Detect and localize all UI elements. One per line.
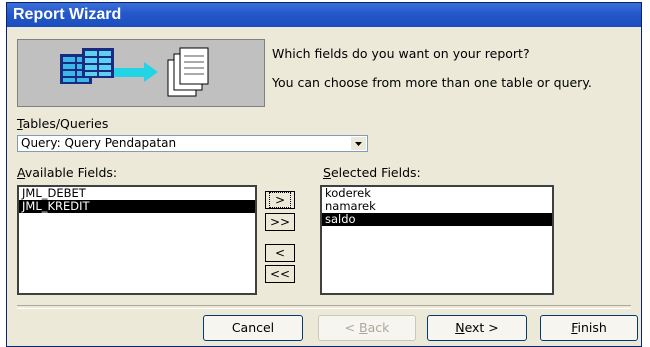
intro-question: Which fields do you want on your report? bbox=[272, 46, 530, 61]
list-item-saldo[interactable]: saldo bbox=[322, 213, 552, 226]
tables-queries-value: Query: Query Pendapatan bbox=[21, 136, 177, 150]
title-bar[interactable]: Report Wizard bbox=[7, 3, 641, 27]
finish-button[interactable]: Finish bbox=[540, 315, 638, 341]
button-divider bbox=[17, 305, 631, 309]
list-item-namarek[interactable]: namarek bbox=[322, 200, 552, 213]
back-button[interactable]: < Back bbox=[318, 315, 416, 341]
table-to-report-icon bbox=[20, 42, 262, 104]
report-wizard-window: Report Wizard Which fields do you want o… bbox=[6, 2, 642, 347]
add-all-fields-button[interactable]: >> bbox=[265, 213, 295, 231]
remove-all-fields-button[interactable]: << bbox=[265, 265, 295, 283]
remove-one-field-button[interactable]: < bbox=[265, 244, 295, 262]
window-title: Report Wizard bbox=[13, 6, 122, 23]
list-item-jml-kredit[interactable]: JML_KREDIT bbox=[19, 200, 255, 213]
tables-queries-combo[interactable]: Query: Query Pendapatan bbox=[17, 135, 368, 152]
intro-hint: You can choose from more than one table … bbox=[272, 75, 592, 90]
cancel-button[interactable]: Cancel bbox=[203, 315, 303, 341]
dropdown-arrow-icon[interactable] bbox=[350, 137, 366, 150]
next-button[interactable]: Next > bbox=[427, 315, 527, 341]
available-fields-list[interactable]: JML_DEBET JML_KREDIT bbox=[17, 185, 257, 295]
wizard-illustration bbox=[17, 39, 265, 107]
selected-fields-list[interactable]: koderek namarek saldo bbox=[320, 185, 554, 295]
tables-queries-label: Tables/Queries bbox=[17, 116, 109, 131]
available-fields-label: Available Fields: bbox=[17, 165, 118, 180]
add-one-field-button[interactable]: > bbox=[265, 191, 295, 209]
selected-fields-label: Selected Fields: bbox=[323, 165, 421, 180]
